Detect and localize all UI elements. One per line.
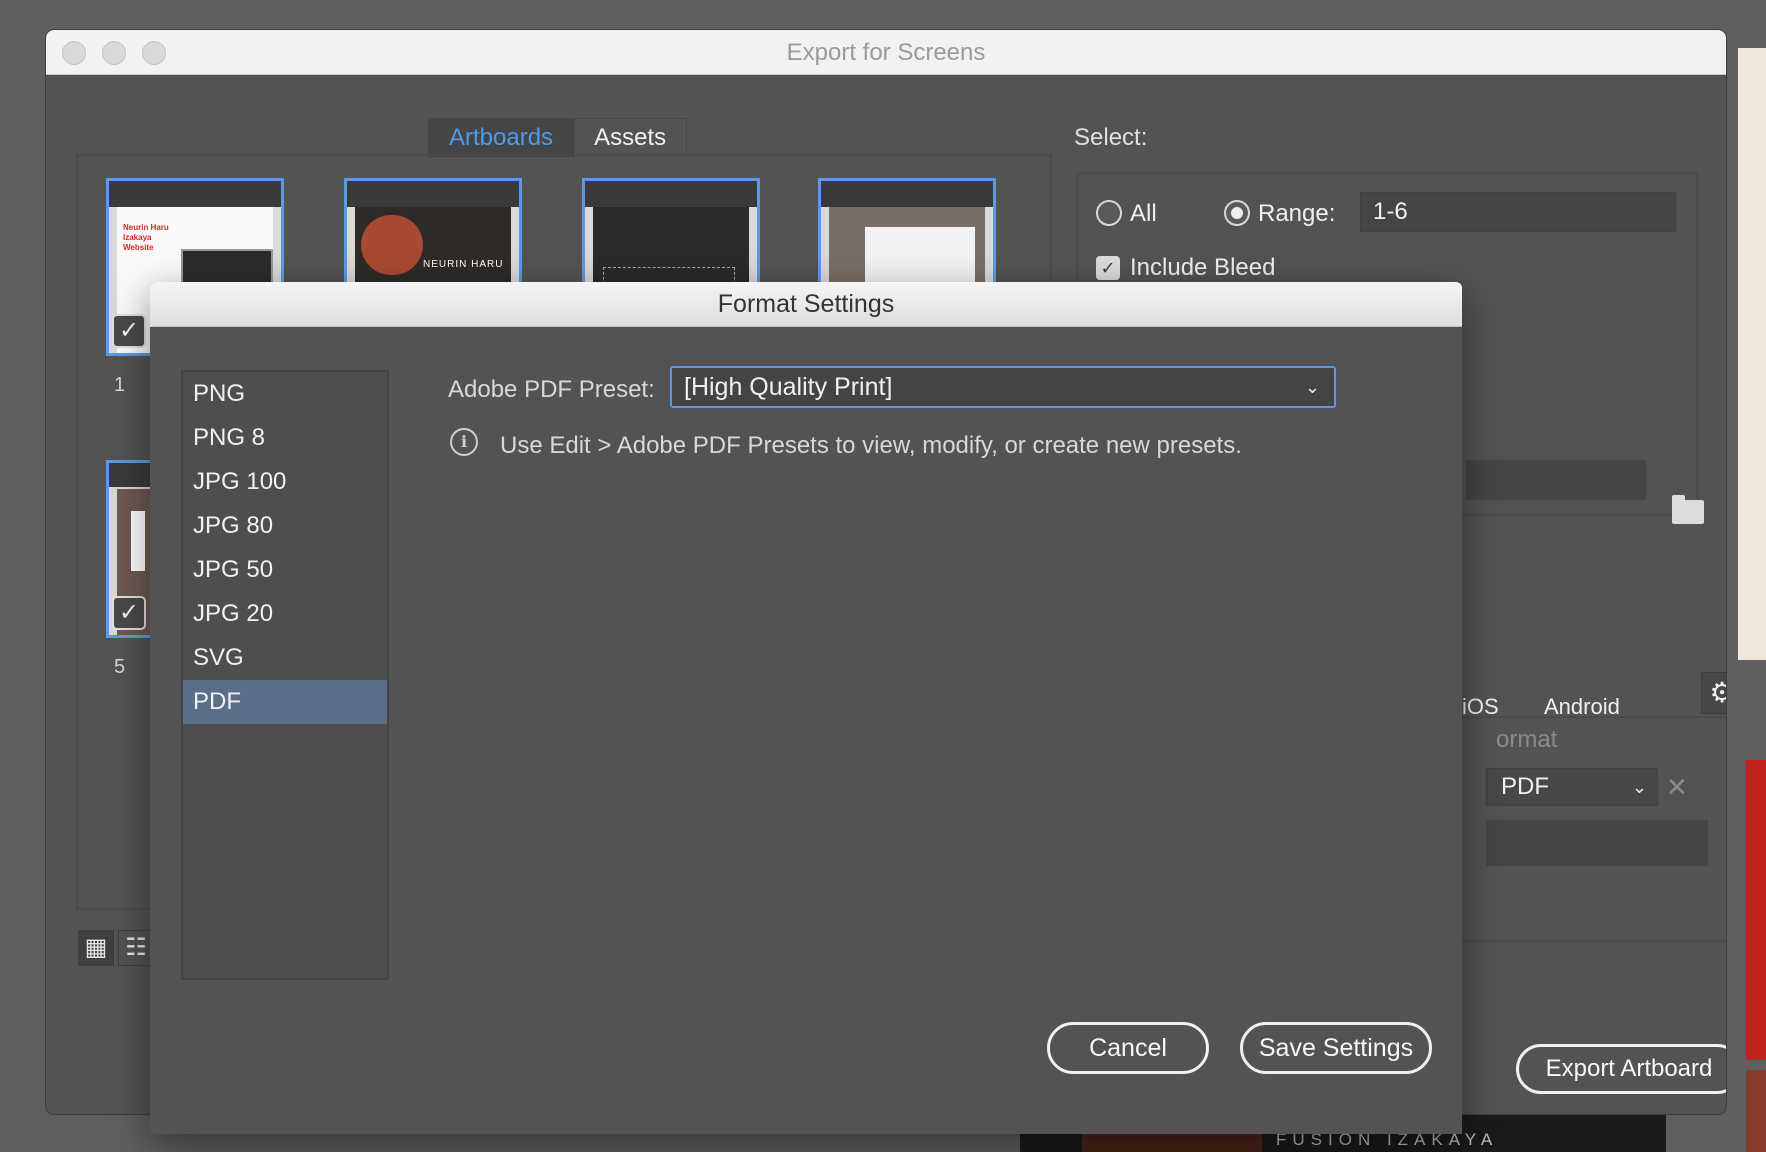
format-item-jpg20[interactable]: JPG 20 (183, 592, 387, 636)
include-bleed-label: Include Bleed (1130, 254, 1276, 281)
chevron-down-icon: ⌄ (1304, 377, 1320, 397)
artboard-5-checkbox[interactable]: ✓ (112, 596, 146, 630)
grid-view-icon[interactable]: ▦ (78, 930, 114, 966)
thumbnail-preview-text: Neurin Haru Izakaya Website (123, 223, 169, 252)
format-list: PNG PNG 8 JPG 100 JPG 80 JPG 50 JPG 20 S… (181, 370, 389, 980)
gear-icon[interactable]: ⚙ (1701, 672, 1726, 714)
thumbnail-page-image (131, 511, 145, 571)
format-settings-dialog: Format Settings PNG PNG 8 JPG 100 JPG 80… (150, 282, 1462, 1134)
thumbnail-header (585, 181, 757, 207)
format-suffix-field[interactable] (1486, 820, 1708, 866)
cancel-button[interactable]: Cancel (1047, 1022, 1209, 1074)
format-item-pdf[interactable]: PDF (183, 680, 387, 724)
format-select[interactable]: PDF ⌄ (1486, 768, 1658, 806)
select-range-label: Range: (1258, 200, 1336, 227)
select-all-radio[interactable] (1096, 200, 1122, 226)
remove-format-icon[interactable]: ✕ (1666, 772, 1688, 803)
list-view-icon[interactable]: ☷ (118, 930, 154, 966)
format-item-jpg50[interactable]: JPG 50 (183, 548, 387, 592)
background-document (1738, 48, 1766, 660)
export-artboard-button[interactable]: Export Artboard (1516, 1044, 1726, 1094)
thumbnail-food-image (361, 215, 423, 275)
tab-assets[interactable]: Assets (574, 119, 686, 157)
include-bleed-checkbox[interactable]: ✓ (1096, 256, 1120, 280)
chevron-down-icon: ⌄ (1631, 777, 1647, 797)
format-item-png[interactable]: PNG (183, 372, 387, 416)
info-icon: i (450, 428, 478, 456)
pdf-preset-label: Adobe PDF Preset: (448, 376, 655, 403)
format-item-svg[interactable]: SVG (183, 636, 387, 680)
folder-icon[interactable] (1672, 495, 1704, 524)
thumbnail-preview-text: NEURIN HARU (423, 259, 504, 270)
export-path-input[interactable] (1466, 460, 1646, 500)
select-range-radio[interactable] (1224, 200, 1250, 226)
format-item-jpg80[interactable]: JPG 80 (183, 504, 387, 548)
window-title: Export for Screens (786, 39, 986, 66)
thumbnail-header (821, 181, 993, 207)
formats-header: ormat (1496, 726, 1558, 753)
pdf-preset-select[interactable]: [High Quality Print] ⌄ (670, 366, 1336, 408)
view-tabs: Artboards Assets (428, 118, 688, 157)
window-titlebar: Export for Screens (46, 30, 1726, 75)
tab-artboards[interactable]: Artboards (429, 119, 575, 157)
save-settings-button[interactable]: Save Settings (1240, 1022, 1432, 1074)
pdf-preset-value: [High Quality Print] (684, 373, 893, 401)
thumbnail-page-image (865, 227, 975, 287)
format-item-png8[interactable]: PNG 8 (183, 416, 387, 460)
background-document-red-area (1746, 760, 1766, 1060)
select-label: Select: (1074, 124, 1148, 151)
artboard-1-number: 1 (114, 374, 126, 396)
artboard-1-checkbox[interactable]: ✓ (112, 314, 146, 348)
thumbnail-header (109, 181, 281, 207)
preset-info-text: Use Edit > Adobe PDF Presets to view, mo… (500, 432, 1242, 459)
select-all-label: All (1130, 200, 1157, 227)
format-select-value: PDF (1501, 773, 1549, 800)
background-document-photo (1746, 1070, 1766, 1152)
thumbnail-header (347, 181, 519, 207)
dialog-title: Format Settings (150, 282, 1462, 327)
artboard-5-number: 5 (114, 656, 126, 678)
format-item-jpg100[interactable]: JPG 100 (183, 460, 387, 504)
range-input[interactable]: 1-6 (1360, 192, 1676, 232)
